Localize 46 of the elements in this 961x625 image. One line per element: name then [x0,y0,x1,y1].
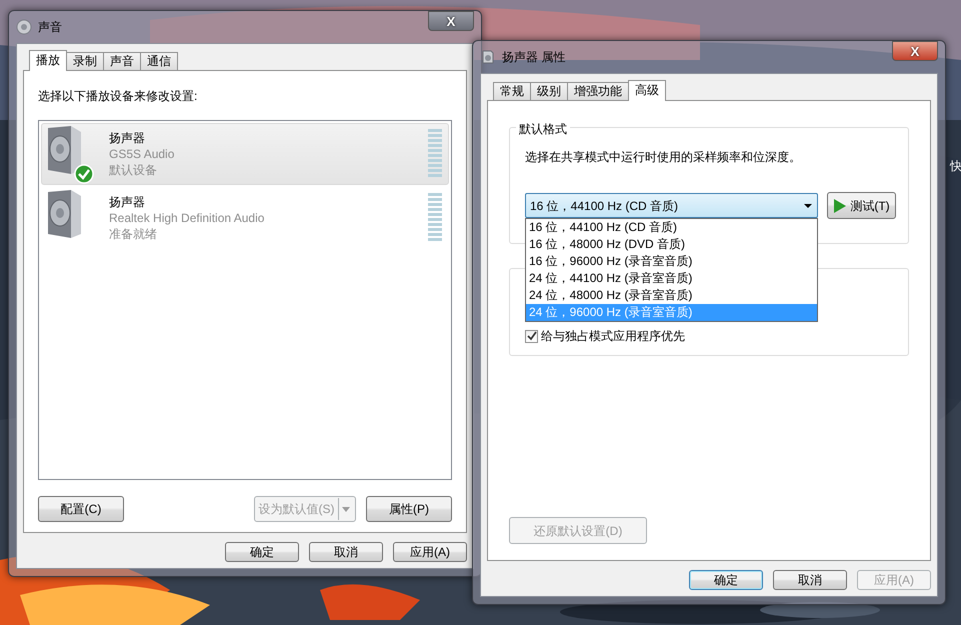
dropdown-option[interactable]: 16 位，48000 Hz (DVD 音质) [526,236,817,253]
format-dropdown[interactable]: 16 位，44100 Hz (CD 音质) [525,193,818,218]
dropdown-option[interactable]: 16 位，44100 Hz (CD 音质) [526,219,817,236]
test-button[interactable]: 测试(T) [827,192,896,219]
description-text: 选择在共享模式中运行时使用的采样频率和位深度。 [525,149,802,166]
device-name: 扬声器 [109,194,146,210]
configure-button[interactable]: 配置(C) [38,496,124,522]
close-button[interactable]: X [428,11,474,31]
window-title: 声音 [38,19,62,36]
tab[interactable]: 声音 [103,52,141,70]
dropdown-option[interactable]: 16 位，96000 Hz (录音室音质) [526,253,817,270]
tab[interactable]: 通信 [140,52,178,70]
dropdown-option[interactable]: 24 位，44100 Hz (录音室音质) [526,270,817,287]
device-status: 准备就绪 [109,226,158,242]
checkbox-label: 给与独占模式应用程序优先 [541,328,685,345]
device-name: 扬声器 [109,130,146,146]
tab[interactable]: 级别 [530,82,568,100]
device-description: GS5S Audio [109,146,176,162]
level-meter-icon [428,129,442,179]
dialog-button[interactable]: 确定 [225,542,299,562]
speaker-icon [480,49,496,65]
default-speaker-icon [45,124,95,184]
dialog-button[interactable]: 取消 [773,570,847,590]
tab[interactable]: 高级 [628,80,666,101]
dialog-button[interactable]: 取消 [309,542,383,562]
device-item[interactable]: 扬声器 Realtek High Definition Audio 准备就绪 [41,187,449,249]
check-icon [526,331,536,341]
group-title: 默认格式 [516,120,570,138]
window-title: 扬声器 属性 [502,49,566,66]
checkbox[interactable] [525,330,538,342]
dropdown-option[interactable]: 24 位，48000 Hz (录音室音质) [526,287,817,304]
instruction-text: 选择以下播放设备来修改设置: [38,88,198,105]
tab[interactable]: 播放 [29,50,67,71]
device-item[interactable]: 扬声器 GS5S Audio 默认设备 [41,123,449,185]
dialog-button[interactable]: 确定 [689,570,763,590]
level-meter-icon [428,193,442,243]
properties-button[interactable]: 属性(P) [366,496,452,522]
caret-icon [803,202,813,208]
play-icon [833,198,848,214]
dialog-button[interactable]: 应用(A) [393,542,467,562]
tab[interactable]: 增强功能 [567,82,629,100]
device-status: 默认设备 [109,162,158,178]
speaker-icon [16,19,32,35]
device-description: Realtek High Definition Audio [109,210,266,226]
tab[interactable]: 常规 [493,82,531,100]
tab[interactable]: 录制 [66,52,104,70]
